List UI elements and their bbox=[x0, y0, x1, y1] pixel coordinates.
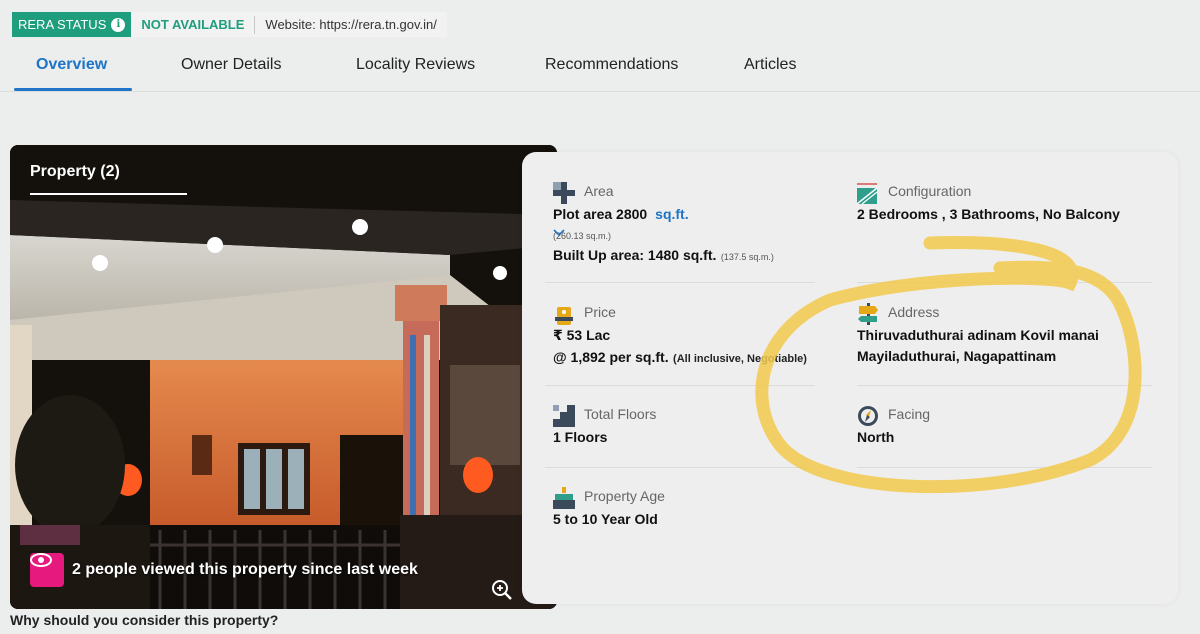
price-per-sqft: @ 1,892 per sq.ft. bbox=[553, 349, 669, 365]
compass-icon bbox=[858, 406, 878, 426]
consider-property-heading: Why should you consider this property? bbox=[10, 612, 279, 628]
configuration-icon bbox=[857, 183, 878, 204]
price-note: (All inclusive, Negotiable) bbox=[673, 353, 807, 365]
views-text: 2 people viewed this property since last… bbox=[72, 561, 418, 578]
rera-status: NOT AVAILABLE bbox=[141, 17, 245, 32]
divider bbox=[857, 282, 1152, 283]
total-floors-value: 1 Floors bbox=[553, 429, 608, 445]
tab-locality-reviews[interactable]: Locality Reviews bbox=[356, 56, 475, 74]
configuration-value: 2 Bedrooms , 3 Bathrooms, No Balcony bbox=[857, 206, 1120, 222]
divider bbox=[545, 385, 815, 386]
floors-icon bbox=[553, 405, 575, 427]
rera-badge-label: RERA STATUS bbox=[18, 17, 107, 32]
address-line1: Thiruvaduthurai adinam Kovil manai bbox=[857, 327, 1099, 343]
area-label: Area bbox=[584, 183, 614, 199]
rera-bar: RERA STATUS i NOT AVAILABLE Website: htt… bbox=[12, 12, 447, 37]
house-illustration bbox=[10, 145, 557, 609]
configuration-label: Configuration bbox=[888, 183, 972, 199]
facing-value: North bbox=[857, 429, 895, 445]
price-value: ₹ 53 Lac bbox=[553, 327, 611, 343]
price-tag-icon bbox=[555, 307, 573, 325]
divider bbox=[857, 385, 1152, 386]
tab-bar: Overview Owner Details Locality Reviews … bbox=[0, 52, 1200, 92]
signpost-icon bbox=[858, 303, 878, 325]
property-age-label: Property Age bbox=[584, 488, 665, 504]
info-icon[interactable]: i bbox=[111, 17, 126, 32]
address-line2: Mayiladuthurai, Nagapattinam bbox=[857, 348, 1057, 364]
built-up-area-value: Built Up area: 1480 sq.ft. bbox=[553, 247, 717, 263]
active-tab-indicator bbox=[14, 88, 132, 91]
unit-label: sq.ft. bbox=[655, 206, 689, 222]
rera-badge: RERA STATUS i bbox=[12, 12, 132, 37]
photo-title-underline bbox=[30, 193, 187, 195]
property-photo[interactable]: Property (2) 2 people viewed this proper… bbox=[10, 145, 557, 609]
tab-articles[interactable]: Articles bbox=[744, 56, 796, 74]
tab-owner-details[interactable]: Owner Details bbox=[181, 56, 281, 74]
built-up-area-sqm: (137.5 sq.m.) bbox=[720, 252, 774, 262]
plot-area-value: Plot area 2800 bbox=[553, 206, 648, 222]
divider bbox=[545, 282, 815, 283]
photo-title: Property (2) bbox=[30, 163, 120, 180]
facing-label: Facing bbox=[888, 406, 931, 422]
views-indicator: 2 people viewed this property since last… bbox=[30, 553, 418, 587]
property-age-value: 5 to 10 Year Old bbox=[553, 511, 658, 527]
eye-icon bbox=[30, 553, 64, 587]
plot-area-sqm: (260.13 sq.m.) bbox=[553, 231, 612, 241]
price-label: Price bbox=[584, 304, 616, 320]
rera-website-link[interactable]: Website: https://rera.tn.gov.in/ bbox=[255, 17, 447, 32]
tab-recommendations[interactable]: Recommendations bbox=[545, 56, 678, 74]
cake-icon bbox=[553, 487, 575, 509]
tab-overview[interactable]: Overview bbox=[36, 56, 107, 74]
property-details-card: Area Plot area 2800 sq.ft. (260.13 sq.m.)… bbox=[522, 152, 1178, 604]
divider bbox=[545, 467, 815, 468]
total-floors-label: Total Floors bbox=[584, 406, 657, 422]
area-icon bbox=[553, 182, 575, 204]
address-label: Address bbox=[888, 304, 940, 320]
divider bbox=[857, 467, 1152, 468]
